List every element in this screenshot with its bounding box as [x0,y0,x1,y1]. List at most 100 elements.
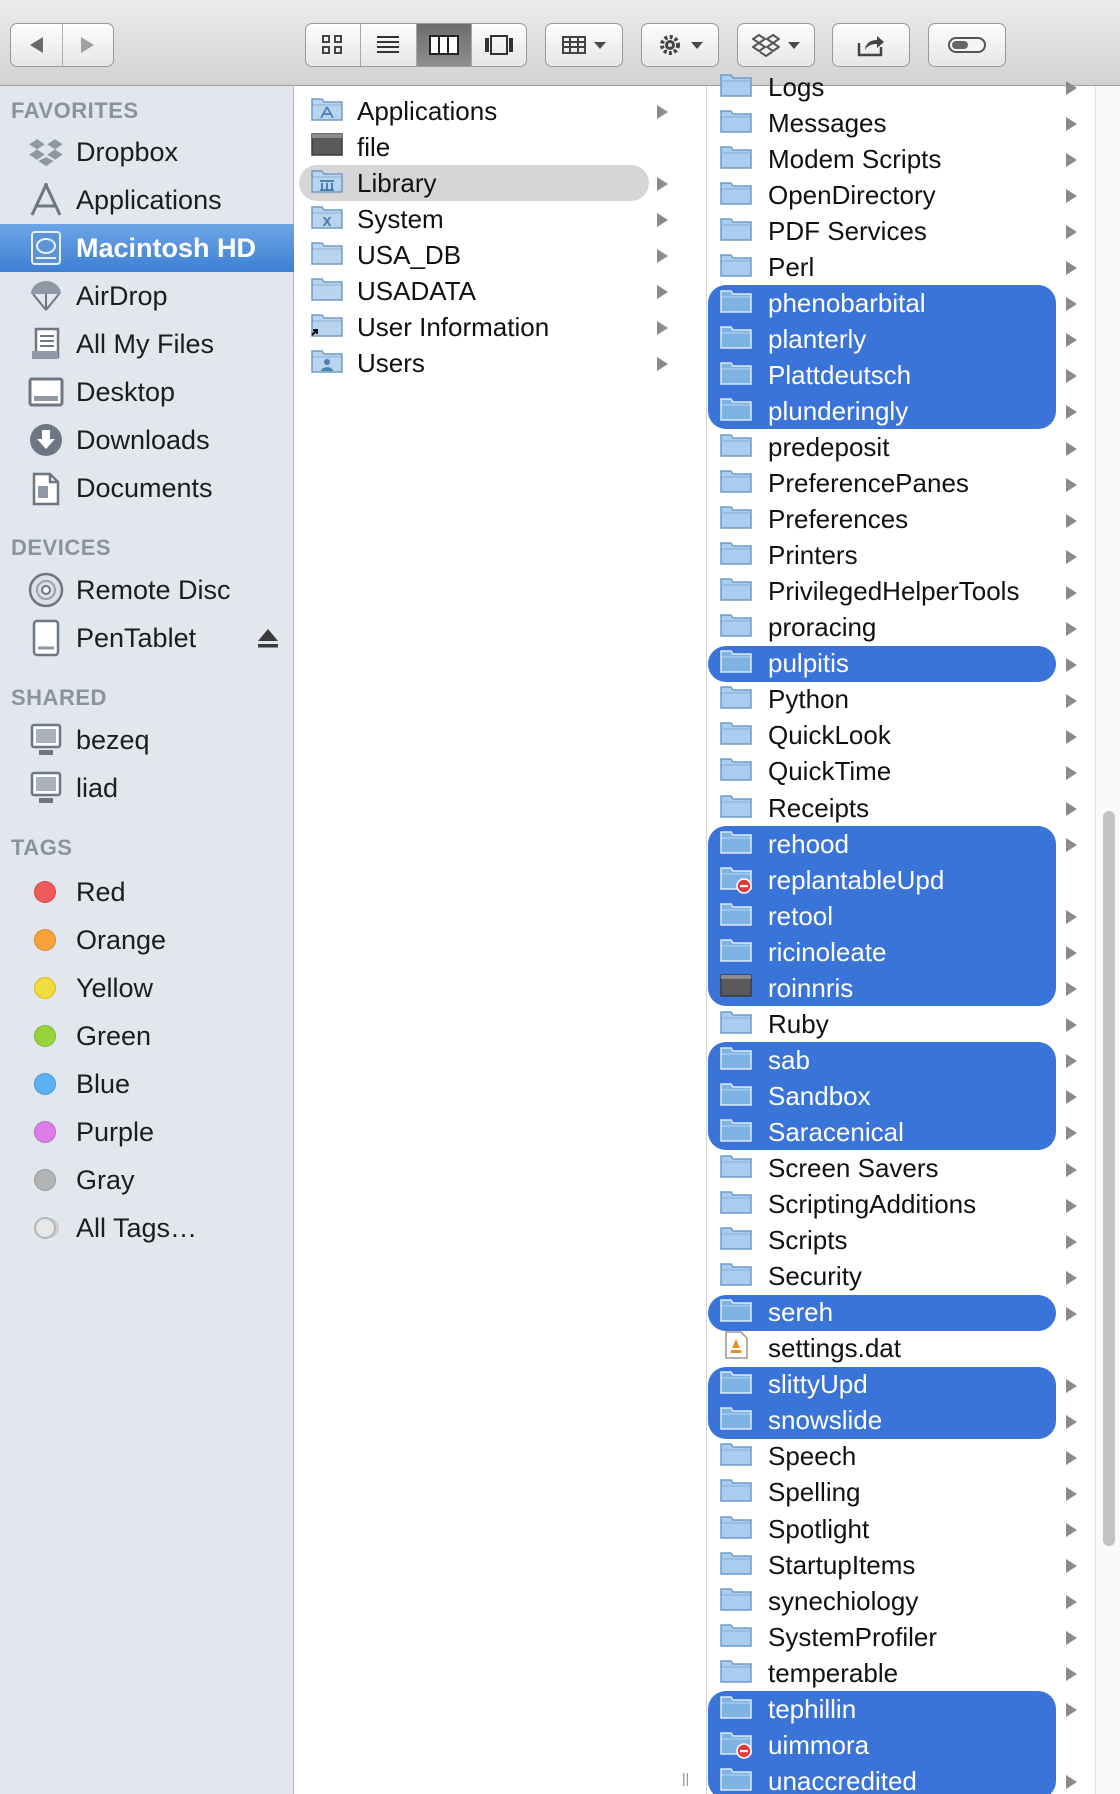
root-item-file[interactable]: file [299,129,699,165]
library-item-scriptingadditions[interactable]: ScriptingAdditions [708,1187,1120,1223]
sidebar-tag-yellow[interactable]: Yellow [0,964,294,1012]
library-item-phenobarbital[interactable]: phenobarbital [708,285,1120,321]
disclosure-arrow-icon [1066,441,1077,456]
library-item-synechiology[interactable]: synechiology [708,1583,1120,1619]
root-item-usadata[interactable]: USADATA [299,273,699,309]
library-item-sandbox[interactable]: Sandbox [708,1078,1120,1114]
library-item-speech[interactable]: Speech [708,1439,1120,1475]
library-item-unaccredited[interactable]: unaccredited [708,1763,1120,1794]
item-label: Logs [768,71,825,102]
library-item-pulpitis[interactable]: pulpitis [708,646,1120,682]
forward-button[interactable] [61,24,114,66]
sidebar-item-applications[interactable]: Applications [0,176,294,224]
library-item-sab[interactable]: sab [708,1042,1120,1078]
sidebar-item-pentablet[interactable]: PenTablet [0,614,294,662]
scrollbar-thumb[interactable] [1103,811,1115,1546]
sidebar-item-desktop[interactable]: Desktop [0,368,294,416]
sidebar-item-liad[interactable]: liad [0,764,294,812]
library-item-replantableupd[interactable]: replantableUpd [708,862,1120,898]
disclosure-arrow-icon [1066,802,1077,816]
library-item-python[interactable]: Python [708,682,1120,718]
root-item-user-information[interactable]: User Information [299,309,699,345]
library-item-startupitems[interactable]: StartupItems [708,1547,1120,1583]
root-item-users[interactable]: Users [299,345,699,381]
arrange-button[interactable] [545,23,623,67]
sidebar-item-bezeq[interactable]: bezeq [0,716,294,764]
back-button[interactable] [11,24,62,66]
coverflow-view-button[interactable] [470,24,526,66]
library-item-rehood[interactable]: rehood [708,826,1120,862]
dropbox-button[interactable] [737,23,815,67]
sidebar-item-downloads[interactable]: Downloads [0,416,294,464]
sidebar-item-remote-disc[interactable]: Remote Disc [0,566,294,614]
sidebar-tag-gray[interactable]: Gray [0,1156,294,1204]
library-item-ruby[interactable]: Ruby [708,1006,1120,1042]
eject-icon[interactable] [256,626,280,650]
library-item-plunderingly[interactable]: plunderingly [708,393,1120,429]
library-item-saracenical[interactable]: Saracenical [708,1114,1120,1150]
sidebar-item-airdrop[interactable]: AirDrop [0,272,294,320]
library-item-roinnris[interactable]: roinnris [708,970,1120,1006]
library-item-temperable[interactable]: temperable [708,1655,1120,1691]
library-item-settings-dat[interactable]: settings.dat [708,1331,1120,1367]
sidebar-tag-blue[interactable]: Blue [0,1060,294,1108]
library-item-predeposit[interactable]: predeposit [708,430,1120,466]
library-item-security[interactable]: Security [708,1259,1120,1295]
item-label: Applications [357,95,498,126]
library-item-quicktime[interactable]: QuickTime [708,754,1120,790]
library-item-preferencepanes[interactable]: PreferencePanes [708,466,1120,502]
library-item-slittyupd[interactable]: slittyUpd [708,1367,1120,1403]
root-item-system[interactable]: X System [299,201,699,237]
sidebar-item-all-my-files[interactable]: All My Files [0,320,294,368]
library-item-printers[interactable]: Printers [708,538,1120,574]
system-folder-icon: X [311,203,343,236]
sidebar-tag-orange[interactable]: Orange [0,916,294,964]
library-item-receipts[interactable]: Receipts [708,790,1120,826]
sidebar-tag-green[interactable]: Green [0,1012,294,1060]
library-item-proracing[interactable]: proracing [708,610,1120,646]
library-item-ricinoleate[interactable]: ricinoleate [708,934,1120,970]
sidebar-item-macintosh-hd[interactable]: Macintosh HD [0,224,294,272]
vertical-scrollbar[interactable] [1095,86,1120,1794]
library-item-uimmora[interactable]: uimmora [708,1727,1120,1763]
sidebar-item-documents[interactable]: Documents [0,464,294,512]
item-label: StartupItems [768,1549,916,1580]
library-item-systemprofiler[interactable]: SystemProfiler [708,1619,1120,1655]
library-item-retool[interactable]: retool [708,898,1120,934]
sidebar-tag-purple[interactable]: Purple [0,1108,294,1156]
library-item-opendirectory[interactable]: OpenDirectory [708,177,1120,213]
list-view-button[interactable] [360,24,415,66]
library-item-sereh[interactable]: sereh [708,1295,1120,1331]
tags-button[interactable] [928,23,1006,67]
root-item-library[interactable]: Library [299,165,699,201]
library-item-modem-scripts[interactable]: Modem Scripts [708,141,1120,177]
library-item-perl[interactable]: Perl [708,249,1120,285]
library-item-logs[interactable]: Logs [708,69,1120,105]
item-label: plunderingly [768,395,909,426]
sidebar-tag-red[interactable]: Red [0,868,294,916]
library-item-screen-savers[interactable]: Screen Savers [708,1151,1120,1187]
root-item-usa-db[interactable]: USA_DB [299,237,699,273]
library-item-privilegedhelpertools[interactable]: PrivilegedHelperTools [708,574,1120,610]
root-item-applications[interactable]: Applications [299,93,699,129]
disclosure-arrow-icon [1066,1090,1077,1105]
column-view-button[interactable] [415,24,471,66]
sidebar-item-dropbox[interactable]: Dropbox [0,128,294,176]
share-button[interactable] [832,23,910,67]
library-item-spelling[interactable]: Spelling [708,1475,1120,1511]
library-item-preferences[interactable]: Preferences [708,502,1120,538]
library-item-messages[interactable]: Messages [708,105,1120,141]
sidebar-tag-alltags[interactable]: All Tags… [0,1204,294,1252]
library-item-spotlight[interactable]: Spotlight [708,1511,1120,1547]
library-item-quicklook[interactable]: QuickLook [708,718,1120,754]
library-item-tephillin[interactable]: tephillin [708,1691,1120,1727]
library-item-scripts[interactable]: Scripts [708,1223,1120,1259]
library-item-planterly[interactable]: planterly [708,321,1120,357]
library-item-plattdeutsch[interactable]: Plattdeutsch [708,357,1120,393]
action-button[interactable] [641,23,719,67]
column-resize-handle[interactable]: || [682,1770,689,1786]
library-item-snowslide[interactable]: snowslide [708,1403,1120,1439]
disclosure-arrow-icon [1066,189,1077,204]
library-item-pdf-services[interactable]: PDF Services [708,213,1120,249]
icon-view-button[interactable] [306,24,360,66]
